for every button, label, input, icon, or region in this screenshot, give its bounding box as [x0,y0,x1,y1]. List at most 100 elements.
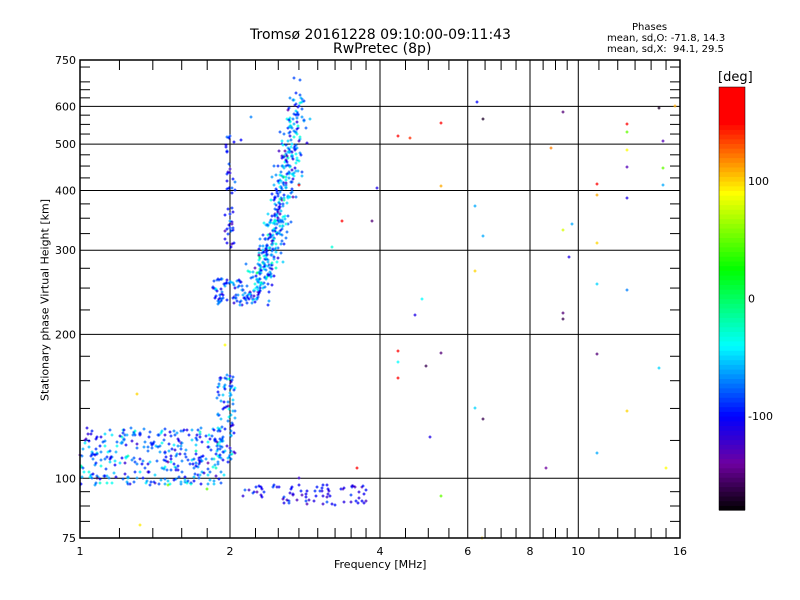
data-point [91,457,95,461]
data-point [150,446,154,450]
y-axis-label: Stationary phase Virtual Height [km] [38,198,52,402]
data-point [287,176,291,180]
data-point [274,266,278,270]
data-point [364,499,368,503]
data-point [215,396,219,400]
data-point [192,466,196,470]
data-point [561,228,565,232]
colorbar-segment [719,199,745,206]
data-point [198,473,202,477]
data-point [224,145,228,149]
data-point [115,440,119,444]
data-point [124,443,128,447]
data-point [103,444,107,448]
data-point [219,470,223,474]
data-point [304,495,308,499]
data-point [275,260,279,264]
data-point [408,136,412,140]
data-point [283,149,287,153]
data-point [294,161,298,165]
data-point [221,393,225,397]
data-point [200,440,204,444]
data-point [595,282,599,286]
data-point [241,494,245,498]
colorbar-segment [719,500,745,506]
data-point [375,186,379,190]
gridlines [80,60,680,538]
data-point [281,260,285,264]
colorbar-segment [719,265,745,271]
data-point [107,476,111,480]
colorbar-segment [719,448,745,455]
data-point [570,222,574,226]
stats-o-mode: mean, sd,O: -71.8, 14.3 [607,33,726,44]
data-point [261,244,265,248]
data-point [132,456,136,460]
data-point [284,236,288,240]
data-point [673,104,677,108]
data-point [223,427,227,431]
data-point [129,426,133,430]
data-point [295,120,299,124]
data-point [233,409,237,413]
data-point [219,399,223,403]
data-point [282,193,286,197]
data-point [219,417,223,421]
colorbar-tick-label: 100 [748,175,769,188]
data-point [123,472,127,476]
data-point [214,452,218,456]
data-point [138,523,142,527]
x-tick-label: 6 [464,545,471,558]
colorbar-segment [719,119,745,126]
colorbar-segment [719,260,745,267]
data-point [163,433,167,437]
data-point [172,462,176,466]
colorbar-segment [719,298,745,304]
data-point [279,170,283,174]
data-point [206,440,210,444]
stats-x-mode: mean, sd,X: 94.1, 29.5 [607,44,724,55]
colorbar-segment [719,218,745,224]
data-point [208,478,212,482]
data-point [194,449,198,453]
x-tick-label: 4 [377,545,384,558]
data-point [475,100,479,104]
data-point [135,392,139,396]
tick-labels: 1 2 4 6 8 10 16 75 100 200 300 400 500 600 750 100 0 -100 [55,54,773,558]
data-point [567,255,571,259]
data-point [212,482,216,486]
colorbar-segment [719,289,745,295]
x-tick-label: 1 [77,545,84,558]
data-point [192,479,196,483]
colorbar-segment [719,223,745,229]
y-tick-label: 200 [55,328,76,341]
data-point [561,311,565,315]
data-point [284,178,288,182]
data-point [595,451,599,455]
data-point [298,135,302,139]
data-point [216,390,220,394]
ionogram-chart: 1 2 4 6 8 10 16 75 100 200 300 400 500 600 750 100 0 -100 [55,54,773,558]
data-point [349,493,353,497]
data-point [142,427,146,431]
data-point [105,481,109,485]
data-point [230,191,234,195]
colorbar-segment [719,246,745,253]
data-point [625,122,629,126]
data-point [225,227,229,231]
colorbar-segment [719,491,745,497]
data-point [305,489,309,493]
data-point [211,465,215,469]
data-point [190,438,194,442]
data-point [277,485,281,489]
data-point [223,213,227,217]
data-point [625,196,629,200]
data-point [226,419,230,423]
data-point [185,428,189,432]
data-point [282,501,286,505]
data-point [204,434,208,438]
data-point [234,293,238,297]
data-point [146,462,150,466]
data-point [473,406,477,410]
data-point [159,478,163,482]
